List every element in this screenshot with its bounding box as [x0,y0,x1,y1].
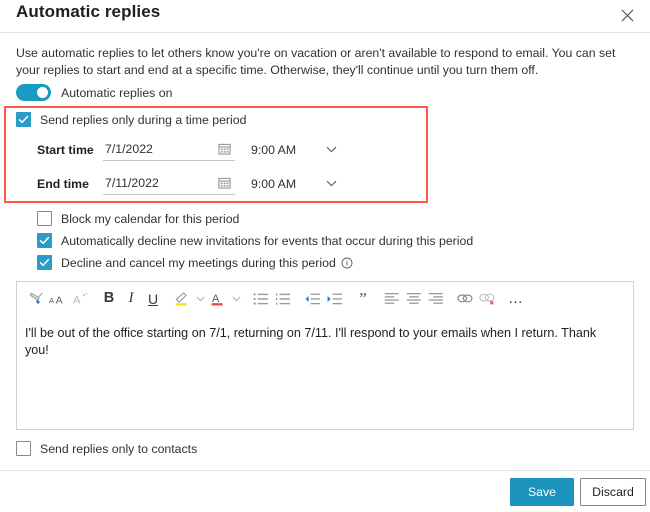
chevron-down-icon[interactable] [229,287,243,311]
dialog-body: Use automatic replies to let others know… [0,33,650,512]
toggle-label: Automatic replies on [61,85,173,100]
calendar-icon[interactable] [218,142,231,155]
format-painter-icon[interactable] [25,287,47,311]
close-icon[interactable] [616,4,638,26]
automatic-replies-toggle[interactable]: Automatic replies on [16,84,172,101]
numbered-list-icon[interactable] [272,287,294,311]
align-right-icon[interactable] [425,287,447,311]
message-body-input[interactable]: I'll be out of the office starting on 7/… [17,315,633,359]
more-options-icon[interactable]: … [505,287,527,311]
start-date-value: 7/1/2022 [105,142,153,156]
start-time-dropdown[interactable]: 9:00 AM [251,138,337,161]
decline-cancel-meetings-checkbox[interactable] [37,255,52,270]
decrease-indent-icon[interactable] [301,287,323,311]
block-calendar-checkbox[interactable] [37,211,52,226]
quote-icon[interactable]: ” [352,287,374,311]
calendar-icon[interactable] [218,176,231,189]
font-size-icon[interactable]: A A [47,287,69,311]
chevron-down-icon[interactable] [326,146,337,153]
send-replies-contacts-label: Send replies only to contacts [40,441,198,456]
italic-label: I [128,290,134,306]
toggle-knob [37,87,48,98]
bold-icon[interactable]: B [98,287,120,311]
info-circle-icon[interactable] [341,257,353,269]
description-text: Use automatic replies to let others know… [16,46,616,77]
auto-decline-invitations-checkbox-row[interactable]: Automatically decline new invitations fo… [37,233,473,248]
page-title: Automatic replies [16,2,161,21]
dialog-header: Automatic replies [0,0,650,33]
end-date-value: 7/11/2022 [105,176,159,190]
auto-decline-invitations-checkbox[interactable] [37,233,52,248]
discard-button[interactable]: Discard [580,478,646,506]
time-period-checkbox[interactable] [16,112,31,127]
auto-decline-invitations-label: Automatically decline new invitations fo… [61,233,474,248]
end-date-input[interactable]: 7/11/2022 [103,172,235,195]
footer-divider [0,470,650,471]
time-period-checkbox-label: Send replies only during a time period [40,112,247,127]
align-center-icon[interactable] [403,287,425,311]
quote-label: ” [359,288,367,308]
send-replies-contacts-checkbox-row[interactable]: Send replies only to contacts [16,441,197,456]
decline-cancel-meetings-checkbox-row[interactable]: Decline and cancel my meetings during th… [37,255,353,270]
bulleted-list-icon[interactable] [250,287,272,311]
clear-formatting-icon[interactable]: A [69,287,91,311]
block-calendar-checkbox-row[interactable]: Block my calendar for this period [37,211,239,226]
underline-label: U [147,290,159,307]
block-calendar-label: Block my calendar for this period [61,211,240,226]
chevron-down-icon[interactable] [326,180,337,187]
start-time-row: Start time 7/1/2022 9:00 AM [37,138,337,161]
remove-link-icon[interactable] [476,287,498,311]
editor-toolbar: A A A B I U A ” … [17,282,633,315]
message-editor: A A A B I U A ” … I'll be out of the off… [16,281,634,430]
more-options-label: … [508,290,524,307]
chevron-down-icon[interactable] [193,287,207,311]
start-date-input[interactable]: 7/1/2022 [103,138,235,161]
save-button[interactable]: Save [510,478,574,506]
end-time-value: 9:00 AM [251,176,297,191]
svg-text:A: A [49,295,55,304]
insert-link-icon[interactable] [454,287,476,311]
highlight-color-icon[interactable] [171,287,193,311]
italic-icon[interactable]: I [120,287,142,311]
decline-cancel-meetings-label: Decline and cancel my meetings during th… [61,255,336,270]
increase-indent-icon[interactable] [323,287,345,311]
font-color-icon[interactable]: A [207,287,229,311]
end-time-label: End time [37,176,89,191]
start-time-label: Start time [37,142,94,157]
bold-label: B [103,290,115,307]
time-period-checkbox-row[interactable]: Send replies only during a time period [16,112,246,127]
svg-text:A: A [55,295,62,306]
end-time-row: End time 7/11/2022 9:00 AM [37,172,337,195]
toggle-switch[interactable] [16,84,51,101]
start-time-value: 9:00 AM [251,142,297,157]
send-replies-contacts-checkbox[interactable] [16,441,31,456]
end-time-dropdown[interactable]: 9:00 AM [251,172,337,195]
svg-text:A: A [72,294,80,306]
align-left-icon[interactable] [381,287,403,311]
underline-icon[interactable]: U [142,287,164,311]
